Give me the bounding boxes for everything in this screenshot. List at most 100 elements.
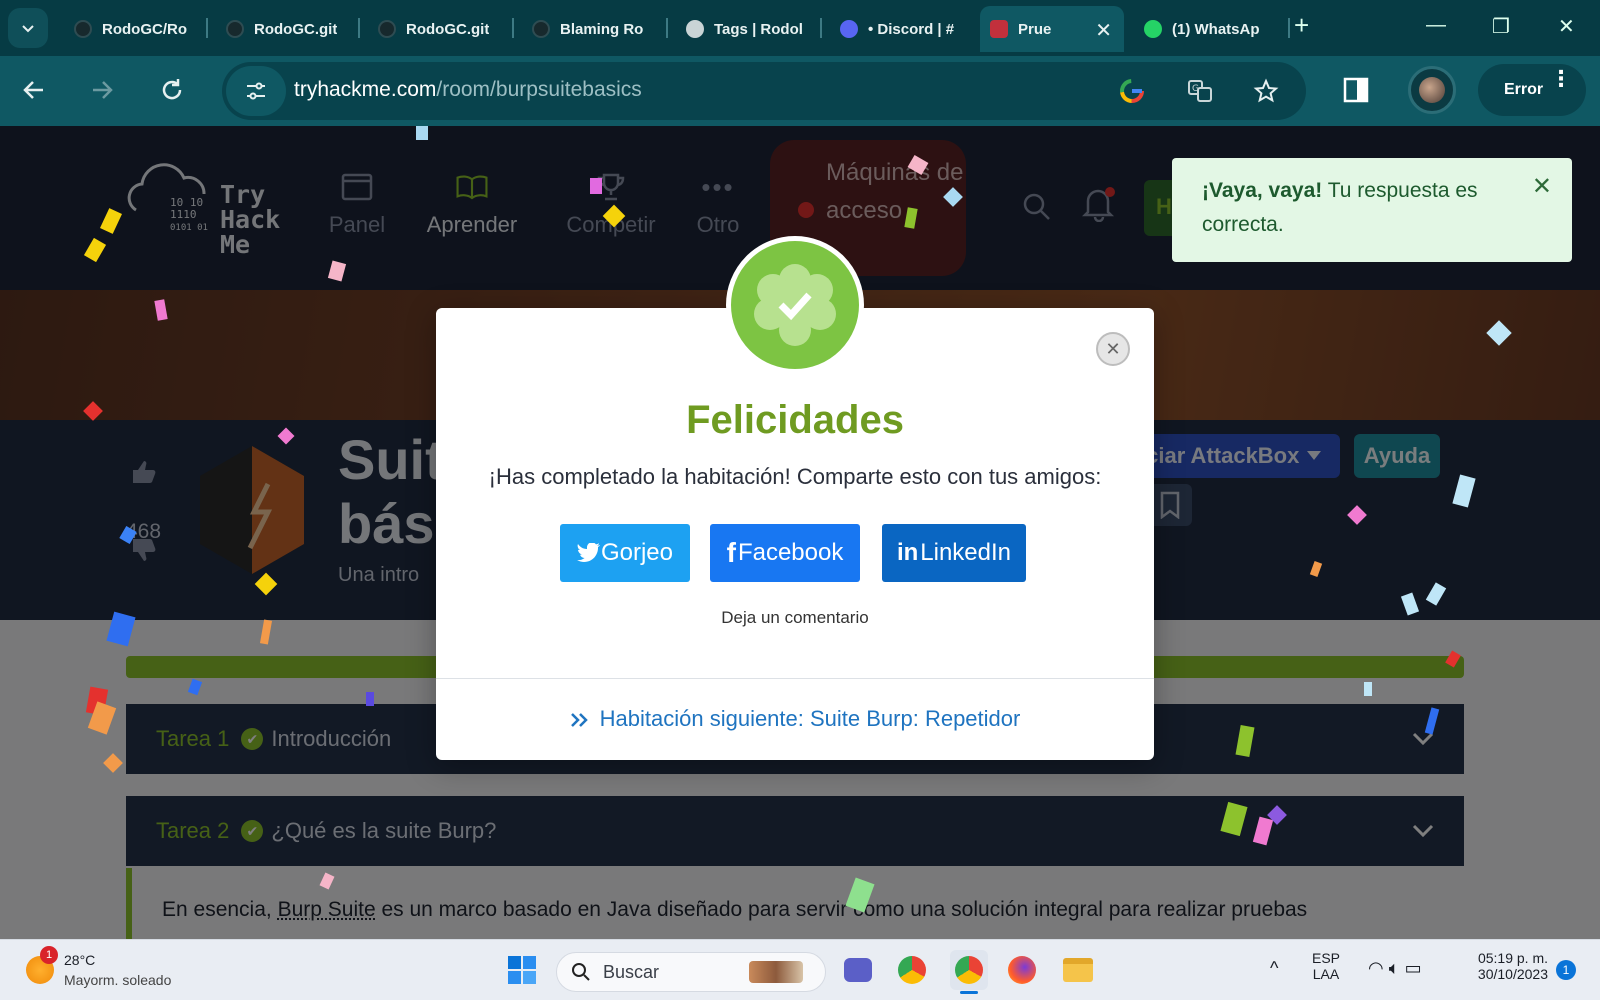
folder-icon: [1063, 958, 1093, 982]
lang-code: ESP: [1312, 950, 1341, 966]
arrow-left-icon: [23, 81, 43, 99]
maximize-button[interactable]: ❐: [1492, 14, 1510, 39]
room-complete-modal: ✕ Felicidades ¡Has completado la habitac…: [436, 308, 1154, 760]
share-twitter-button[interactable]: Gorjeo: [560, 524, 690, 582]
clock-date: 30/10/2023: [1477, 966, 1548, 982]
forward-button[interactable]: [82, 70, 122, 110]
github-icon: [378, 20, 396, 38]
star-icon: [1253, 78, 1279, 103]
tab-search-button[interactable]: [8, 8, 48, 48]
chevron-up-icon[interactable]: ^: [1270, 958, 1278, 979]
notification-badge[interactable]: 1: [1556, 960, 1576, 980]
browser-error-menu[interactable]: Error ⋮: [1478, 64, 1586, 116]
tab-label: • Discord | #: [868, 20, 955, 38]
firefox-icon: [1008, 956, 1036, 984]
tab-github-2[interactable]: RodoGC.git: [216, 6, 356, 52]
share-facebook-button[interactable]: f Facebook: [710, 524, 860, 582]
close-toast-icon[interactable]: ✕: [1532, 170, 1552, 204]
side-panel-icon: [1343, 77, 1369, 103]
url-text[interactable]: tryhackme.com/room/burpsuitebasics: [294, 78, 642, 102]
tune-icon: [247, 82, 265, 100]
github-icon: [532, 20, 550, 38]
minimize-button[interactable]: —: [1426, 14, 1446, 37]
translate-button[interactable]: G: [1186, 77, 1214, 105]
reload-button[interactable]: [152, 70, 192, 110]
taskbar-chrome-1[interactable]: [896, 954, 928, 986]
google-lens-button[interactable]: [1118, 77, 1146, 105]
modal-divider: [436, 678, 1154, 679]
chrome-icon: [898, 956, 926, 984]
tab-whatsapp[interactable]: (1) WhatsAp: [1134, 6, 1284, 52]
tab-tryhackme-active[interactable]: Prue ✕: [980, 6, 1124, 52]
lang-layout: LAA: [1312, 966, 1340, 982]
taskbar-meet[interactable]: [842, 954, 874, 986]
tab-github-3[interactable]: RodoGC.git: [368, 6, 508, 52]
search-placeholder: Buscar: [603, 961, 660, 982]
tab-github-1[interactable]: RodoGC/Ro: [64, 6, 204, 52]
success-toast: ¡Vaya, vaya! Tu respuesta es correcta. ✕: [1172, 158, 1572, 262]
tab-tags[interactable]: Tags | Rodol: [676, 6, 816, 52]
taskbar-firefox[interactable]: [1006, 954, 1038, 986]
modal-title: Felicidades: [686, 398, 904, 442]
url-path: /room/burpsuitebasics: [436, 78, 642, 101]
toast-title: ¡Vaya, vaya!: [1202, 179, 1323, 202]
tryhackme-icon: [990, 20, 1008, 38]
error-label: Error: [1504, 81, 1544, 98]
more-vert-icon: ⋮: [1550, 66, 1572, 91]
bookmark-star-button[interactable]: [1252, 77, 1280, 105]
leave-comment-link[interactable]: Deja un comentario: [436, 608, 1154, 628]
svg-text:G: G: [1192, 84, 1199, 94]
weather-temp: 28°C: [64, 952, 96, 968]
volume-icon: 🔈︎: [1388, 958, 1400, 978]
windows-taskbar: 1 28°C Mayorm. soleado Buscar ^ ESP LAA …: [0, 939, 1600, 1000]
tab-github-4[interactable]: Blaming Ro: [522, 6, 662, 52]
share-label: LinkedIn: [920, 539, 1012, 566]
url-host: tryhackme.com: [294, 78, 437, 101]
next-room-label: Habitación siguiente: Suite Burp: Repeti…: [599, 706, 1021, 731]
battery-icon: ▭: [1404, 958, 1422, 978]
site-info-button[interactable]: [226, 66, 286, 116]
taskbar-search[interactable]: Buscar: [556, 952, 826, 992]
weather-badge: 1: [40, 946, 58, 964]
modal-subtitle: ¡Has completado la habitación! Comparte …: [488, 464, 1102, 489]
tab-label: Blaming Ro: [560, 20, 644, 38]
weather-desc: Mayorm. soleado: [64, 972, 172, 988]
tab-label: RodoGC/Ro: [102, 20, 187, 38]
translate-icon: G: [1188, 80, 1212, 102]
check-badge-icon: [754, 264, 836, 346]
profile-avatar[interactable]: [1408, 66, 1456, 114]
close-window-button[interactable]: ✕: [1558, 14, 1575, 39]
whatsapp-icon: [1144, 20, 1162, 38]
confetti: [416, 126, 428, 140]
tab-discord[interactable]: • Discord | #: [830, 6, 970, 52]
success-medal-icon: [726, 236, 864, 374]
address-bar[interactable]: tryhackme.com/room/burpsuitebasics G: [222, 62, 1306, 120]
taskbar-explorer[interactable]: [1062, 954, 1094, 986]
search-highlight-icon: [749, 961, 803, 983]
browser-tab-bar: RodoGC/Ro RodoGC.git RodoGC.git Blaming …: [0, 0, 1600, 56]
clock[interactable]: 05:19 p. m. 30/10/2023: [1468, 950, 1548, 982]
side-panel-button[interactable]: [1336, 70, 1376, 110]
arrow-right-icon: [93, 81, 113, 99]
chevron-down-icon: [22, 25, 34, 33]
github-icon: [226, 20, 244, 38]
confetti: [366, 692, 374, 706]
next-room-link[interactable]: Habitación siguiente: Suite Burp: Repeti…: [436, 706, 1154, 732]
confetti: [1364, 682, 1372, 696]
weather-widget[interactable]: 1 28°C Mayorm. soleado: [26, 946, 216, 994]
system-tray-icons[interactable]: ◠ 🔈︎ ▭: [1368, 958, 1422, 979]
taskbar-chrome-2[interactable]: [950, 950, 988, 994]
close-tab-icon[interactable]: ✕: [1095, 18, 1112, 43]
back-button[interactable]: [14, 70, 54, 110]
start-button[interactable]: [506, 954, 538, 986]
language-indicator[interactable]: ESP LAA: [1312, 950, 1340, 982]
google-icon: [1120, 79, 1144, 103]
wifi-icon: ◠: [1368, 958, 1384, 978]
new-tab-button[interactable]: +: [1294, 10, 1309, 41]
video-call-icon: [844, 958, 872, 982]
github-icon: [74, 20, 92, 38]
globe-icon: [686, 20, 704, 38]
share-linkedin-button[interactable]: in LinkedIn: [882, 524, 1026, 582]
close-modal-button[interactable]: ✕: [1096, 332, 1130, 366]
tab-label: (1) WhatsAp: [1172, 20, 1260, 38]
